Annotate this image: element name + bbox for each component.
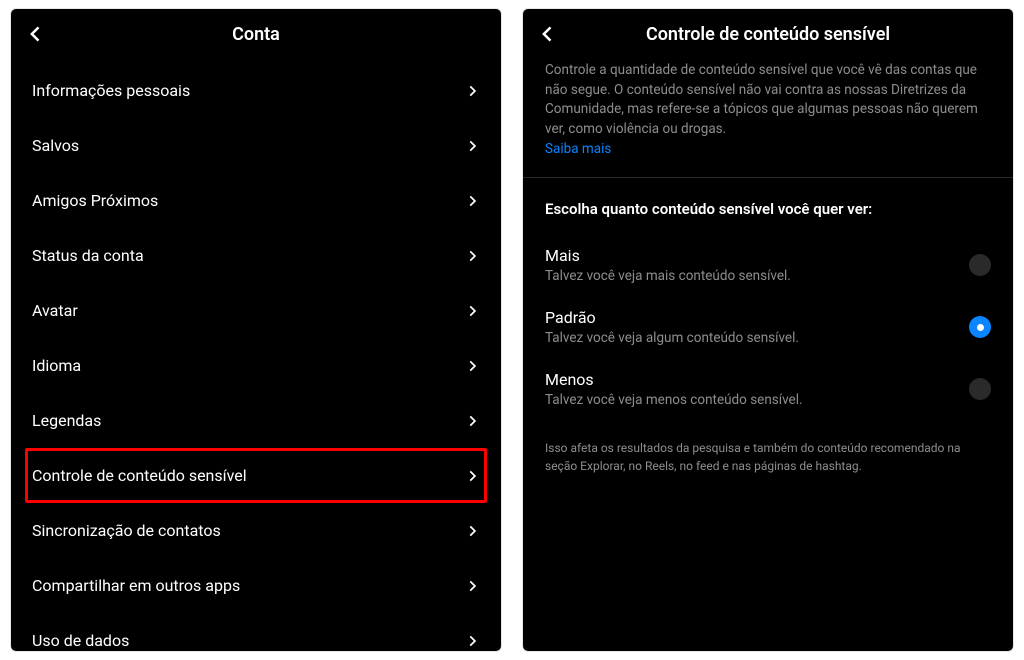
account-screen: Conta Informações pessoais Salvos Amigos P… — [10, 8, 502, 652]
option-title: Mais — [545, 246, 791, 265]
chevron-right-icon — [464, 523, 480, 539]
menu-item[interactable]: Uso de dados — [25, 613, 487, 652]
options-section: Escolha quanto conteúdo sensível você qu… — [523, 178, 1013, 428]
menu-item-label: Sincronização de contatos — [32, 521, 221, 540]
menu-item-label: Avatar — [32, 301, 78, 320]
menu-item[interactable]: Avatar — [25, 283, 487, 338]
option-desc: Talvez você veja algum conteúdo sensível… — [545, 330, 799, 346]
account-menu: Informações pessoais Salvos Amigos Próximo… — [11, 63, 501, 652]
chevron-right-icon — [464, 248, 480, 264]
intro-text: Controle a quantidade de conteúdo sensív… — [545, 61, 991, 139]
option-desc: Talvez você veja mais conteúdo sensível. — [545, 268, 791, 284]
menu-item-label: Amigos Próximos — [32, 191, 158, 210]
menu-item-label: Idioma — [32, 356, 81, 375]
menu-item-label: Salvos — [32, 136, 79, 155]
header: Controle de conteúdo sensível — [523, 9, 1013, 59]
menu-item[interactable]: Legendas — [25, 393, 487, 448]
options-heading: Escolha quanto conteúdo sensível você qu… — [545, 200, 991, 218]
menu-item-label: Informações pessoais — [32, 81, 190, 100]
option-title: Menos — [545, 370, 803, 389]
intro-block: Controle a quantidade de conteúdo sensív… — [523, 59, 1013, 178]
sensitive-content-screen: Controle de conteúdo sensível Controle a… — [522, 8, 1014, 652]
menu-item[interactable]: Amigos Próximos — [25, 173, 487, 228]
option-text: Mais Talvez você veja mais conteúdo sensí… — [545, 246, 791, 284]
option-row[interactable]: Padrão Talvez você veja algum conteúdo se… — [545, 296, 991, 358]
menu-item-label: Controle de conteúdo sensível — [32, 466, 247, 485]
menu-item-label: Uso de dados — [32, 631, 129, 650]
option-text: Padrão Talvez você veja algum conteúdo se… — [545, 308, 799, 346]
menu-item[interactable]: Compartilhar em outros apps — [25, 558, 487, 613]
option-title: Padrão — [545, 308, 799, 327]
menu-item-label: Compartilhar em outros apps — [32, 576, 240, 595]
options-list: Mais Talvez você veja mais conteúdo sensí… — [545, 234, 991, 420]
option-row[interactable]: Mais Talvez você veja mais conteúdo sensí… — [545, 234, 991, 296]
chevron-right-icon — [464, 138, 480, 154]
learn-more-link[interactable]: Saiba mais — [545, 141, 991, 157]
radio-button[interactable] — [969, 316, 991, 338]
radio-button[interactable] — [969, 378, 991, 400]
option-text: Menos Talvez você veja menos conteúdo sen… — [545, 370, 803, 408]
option-desc: Talvez você veja menos conteúdo sensível… — [545, 392, 803, 408]
option-row[interactable]: Menos Talvez você veja menos conteúdo sen… — [545, 358, 991, 420]
chevron-right-icon — [464, 578, 480, 594]
menu-item[interactable]: Salvos — [25, 118, 487, 173]
page-title: Controle de conteúdo sensível — [537, 24, 999, 45]
menu-item[interactable]: Informações pessoais — [25, 63, 487, 118]
chevron-right-icon — [464, 303, 480, 319]
radio-button[interactable] — [969, 254, 991, 276]
menu-item[interactable]: Status da conta — [25, 228, 487, 283]
footnote: Isso afeta os resultados da pesquisa e t… — [523, 428, 1013, 475]
header: Conta — [11, 9, 501, 63]
menu-item-label: Status da conta — [32, 246, 144, 265]
menu-item[interactable]: Idioma — [25, 338, 487, 393]
chevron-right-icon — [464, 193, 480, 209]
menu-item-label: Legendas — [32, 411, 101, 430]
page-title: Conta — [25, 24, 487, 45]
menu-item[interactable]: Sincronização de contatos — [25, 503, 487, 558]
chevron-right-icon — [464, 358, 480, 374]
chevron-right-icon — [464, 468, 480, 484]
chevron-right-icon — [464, 83, 480, 99]
menu-item[interactable]: Controle de conteúdo sensível — [25, 448, 487, 503]
chevron-right-icon — [464, 413, 480, 429]
chevron-right-icon — [464, 633, 480, 649]
